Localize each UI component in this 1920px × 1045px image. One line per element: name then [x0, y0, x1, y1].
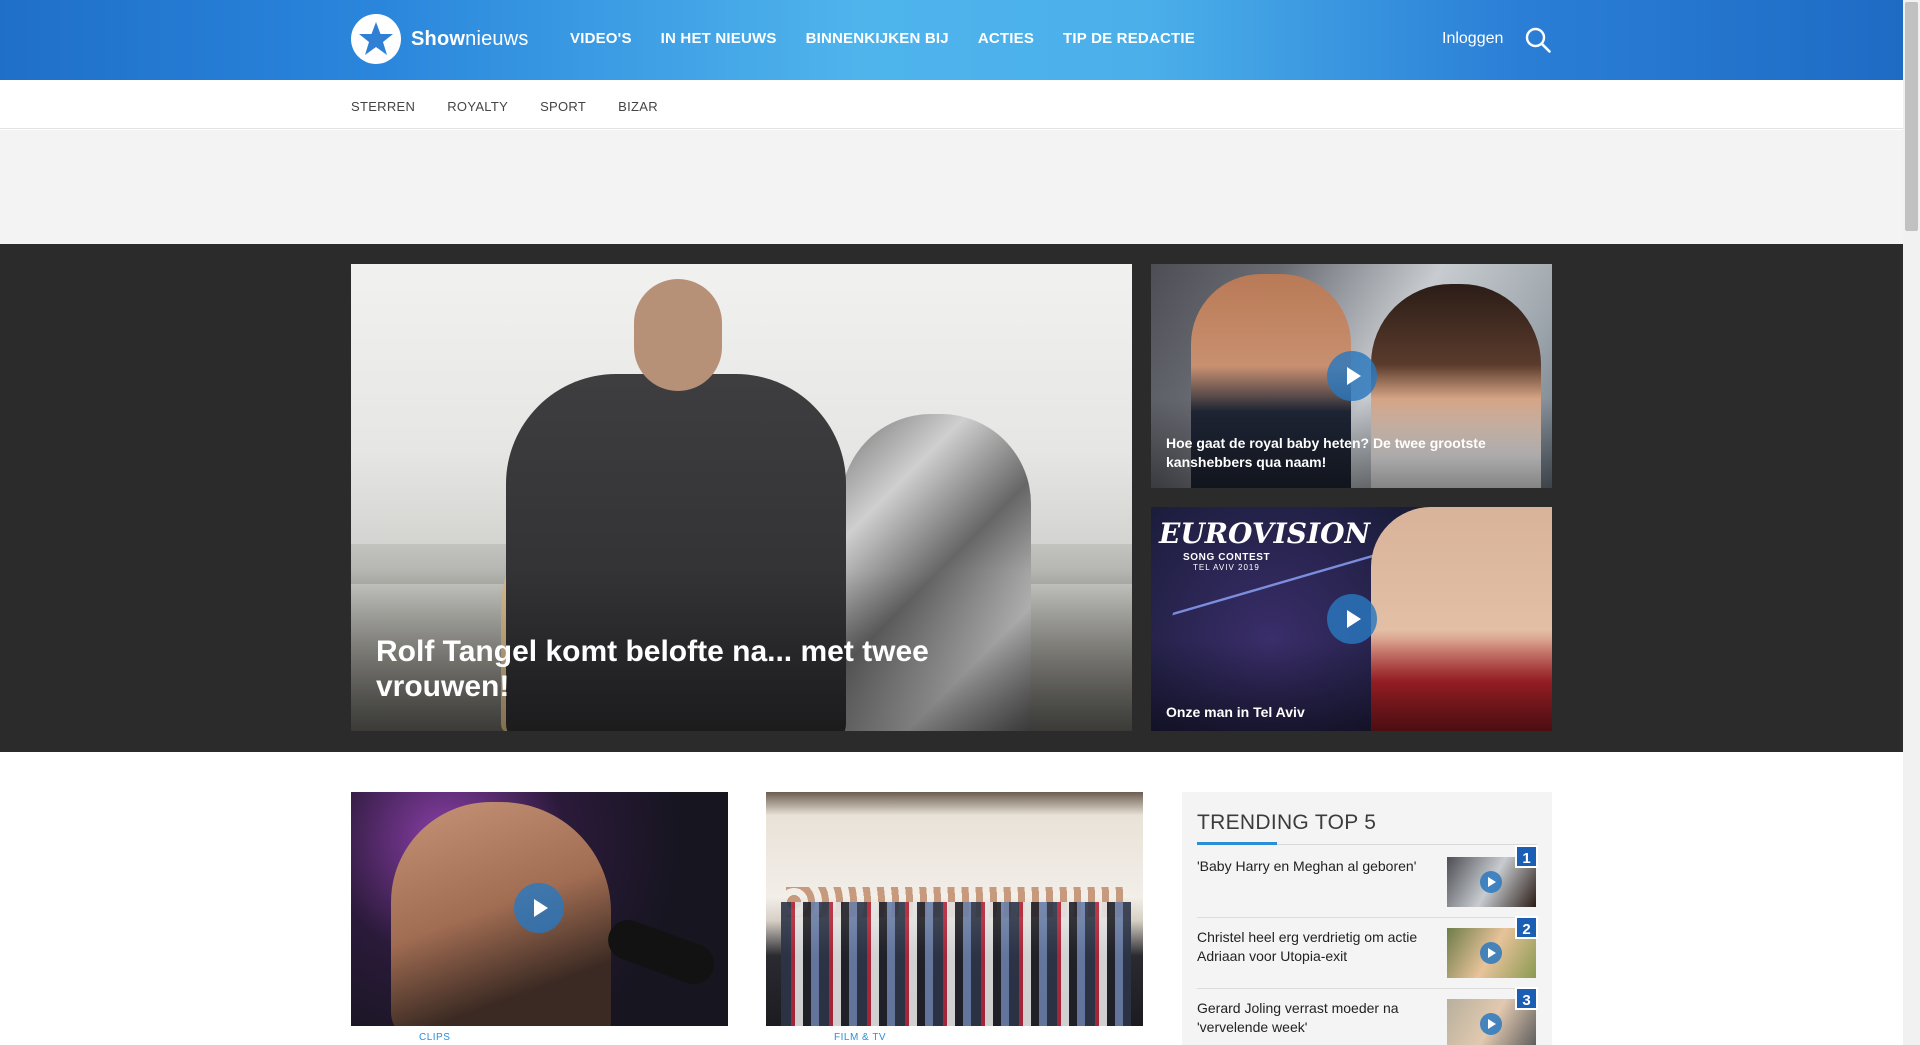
site-name: Shownieuws [411, 27, 529, 50]
trending-item[interactable]: Christel heel erg verdrietig om actie Ad… [1197, 916, 1538, 989]
eurovision-logo: EUROVISION SONG CONTEST TEL AVIV 2019 [1159, 517, 1371, 572]
article-category[interactable]: FILM & TV [834, 1032, 886, 1043]
subnav-item-sport[interactable]: SPORT [540, 99, 586, 114]
article-card[interactable]: CLIPS [351, 792, 728, 1045]
hero-side-article-2[interactable]: EUROVISION SONG CONTEST TEL AVIV 2019 On… [1151, 507, 1552, 731]
hero-side-article-1[interactable]: Hoe gaat de royal baby heten? De twee gr… [1151, 264, 1552, 488]
trending-item-title[interactable]: Christel heel erg verdrietig om actie Ad… [1197, 928, 1427, 966]
trending-item-title[interactable]: 'Baby Harry en Meghan al geboren' [1197, 857, 1427, 876]
trending-panel: TRENDING TOP 5 'Baby Harry en Meghan al … [1182, 792, 1552, 1045]
site-header: Shownieuws VIDEO'S IN HET NIEUWS BINNENK… [0, 0, 1903, 80]
hero-main-article[interactable]: Rolf Tangel komt belofte na... met twee … [351, 264, 1132, 731]
nav-item-binnenkijken-bij[interactable]: BINNENKIJKEN BIJ [806, 30, 949, 47]
trending-item[interactable]: 'Baby Harry en Meghan al geboren' 1 [1197, 845, 1538, 918]
subnav-item-sterren[interactable]: STERREN [351, 99, 415, 114]
sub-nav: STERREN ROYALTY SPORT BIZAR [0, 80, 1903, 129]
star-logo-icon [351, 14, 401, 64]
article-image[interactable] [351, 792, 728, 1026]
ad-banner-area [0, 130, 1903, 244]
play-icon [1480, 942, 1502, 964]
trending-item-title[interactable]: Gerard Joling verrast moeder na 'vervele… [1197, 999, 1427, 1037]
nav-item-acties[interactable]: ACTIES [978, 30, 1034, 47]
nav-item-in-het-nieuws[interactable]: IN HET NIEUWS [661, 30, 777, 47]
rank-badge: 3 [1515, 987, 1538, 1010]
subnav-item-royalty[interactable]: ROYALTY [447, 99, 508, 114]
play-icon [1480, 871, 1502, 893]
nav-item-tip-de-redactie[interactable]: TIP DE REDACTIE [1063, 30, 1195, 47]
hero-side-title-1[interactable]: Hoe gaat de royal baby heten? De twee gr… [1166, 434, 1536, 472]
trending-item[interactable]: Gerard Joling verrast moeder na 'vervele… [1197, 987, 1538, 1045]
hero-main-title[interactable]: Rolf Tangel komt belofte na... met twee … [376, 634, 1016, 704]
rank-badge: 1 [1515, 845, 1538, 868]
main-nav: VIDEO'S IN HET NIEUWS BINNENKIJKEN BIJ A… [570, 30, 1195, 47]
article-category[interactable]: CLIPS [419, 1032, 450, 1043]
site-logo[interactable]: Shownieuws [351, 14, 529, 64]
play-icon[interactable] [514, 883, 564, 933]
nav-item-videos[interactable]: VIDEO'S [570, 30, 632, 47]
scrollbar-thumb[interactable] [1905, 2, 1918, 231]
rank-badge: 2 [1515, 916, 1538, 939]
page-scrollbar[interactable] [1903, 0, 1920, 1045]
article-card[interactable]: FILM & TV [766, 792, 1143, 1045]
search-icon[interactable] [1524, 26, 1552, 54]
login-link[interactable]: Inloggen [1442, 30, 1503, 48]
subnav-item-bizar[interactable]: BIZAR [618, 99, 658, 114]
hero-side-title-2[interactable]: Onze man in Tel Aviv [1166, 703, 1536, 722]
play-icon [1480, 1013, 1502, 1035]
play-icon[interactable] [1327, 351, 1377, 401]
play-icon[interactable] [1327, 594, 1377, 644]
article-image[interactable] [766, 792, 1143, 1026]
trending-title: TRENDING TOP 5 [1197, 811, 1377, 834]
